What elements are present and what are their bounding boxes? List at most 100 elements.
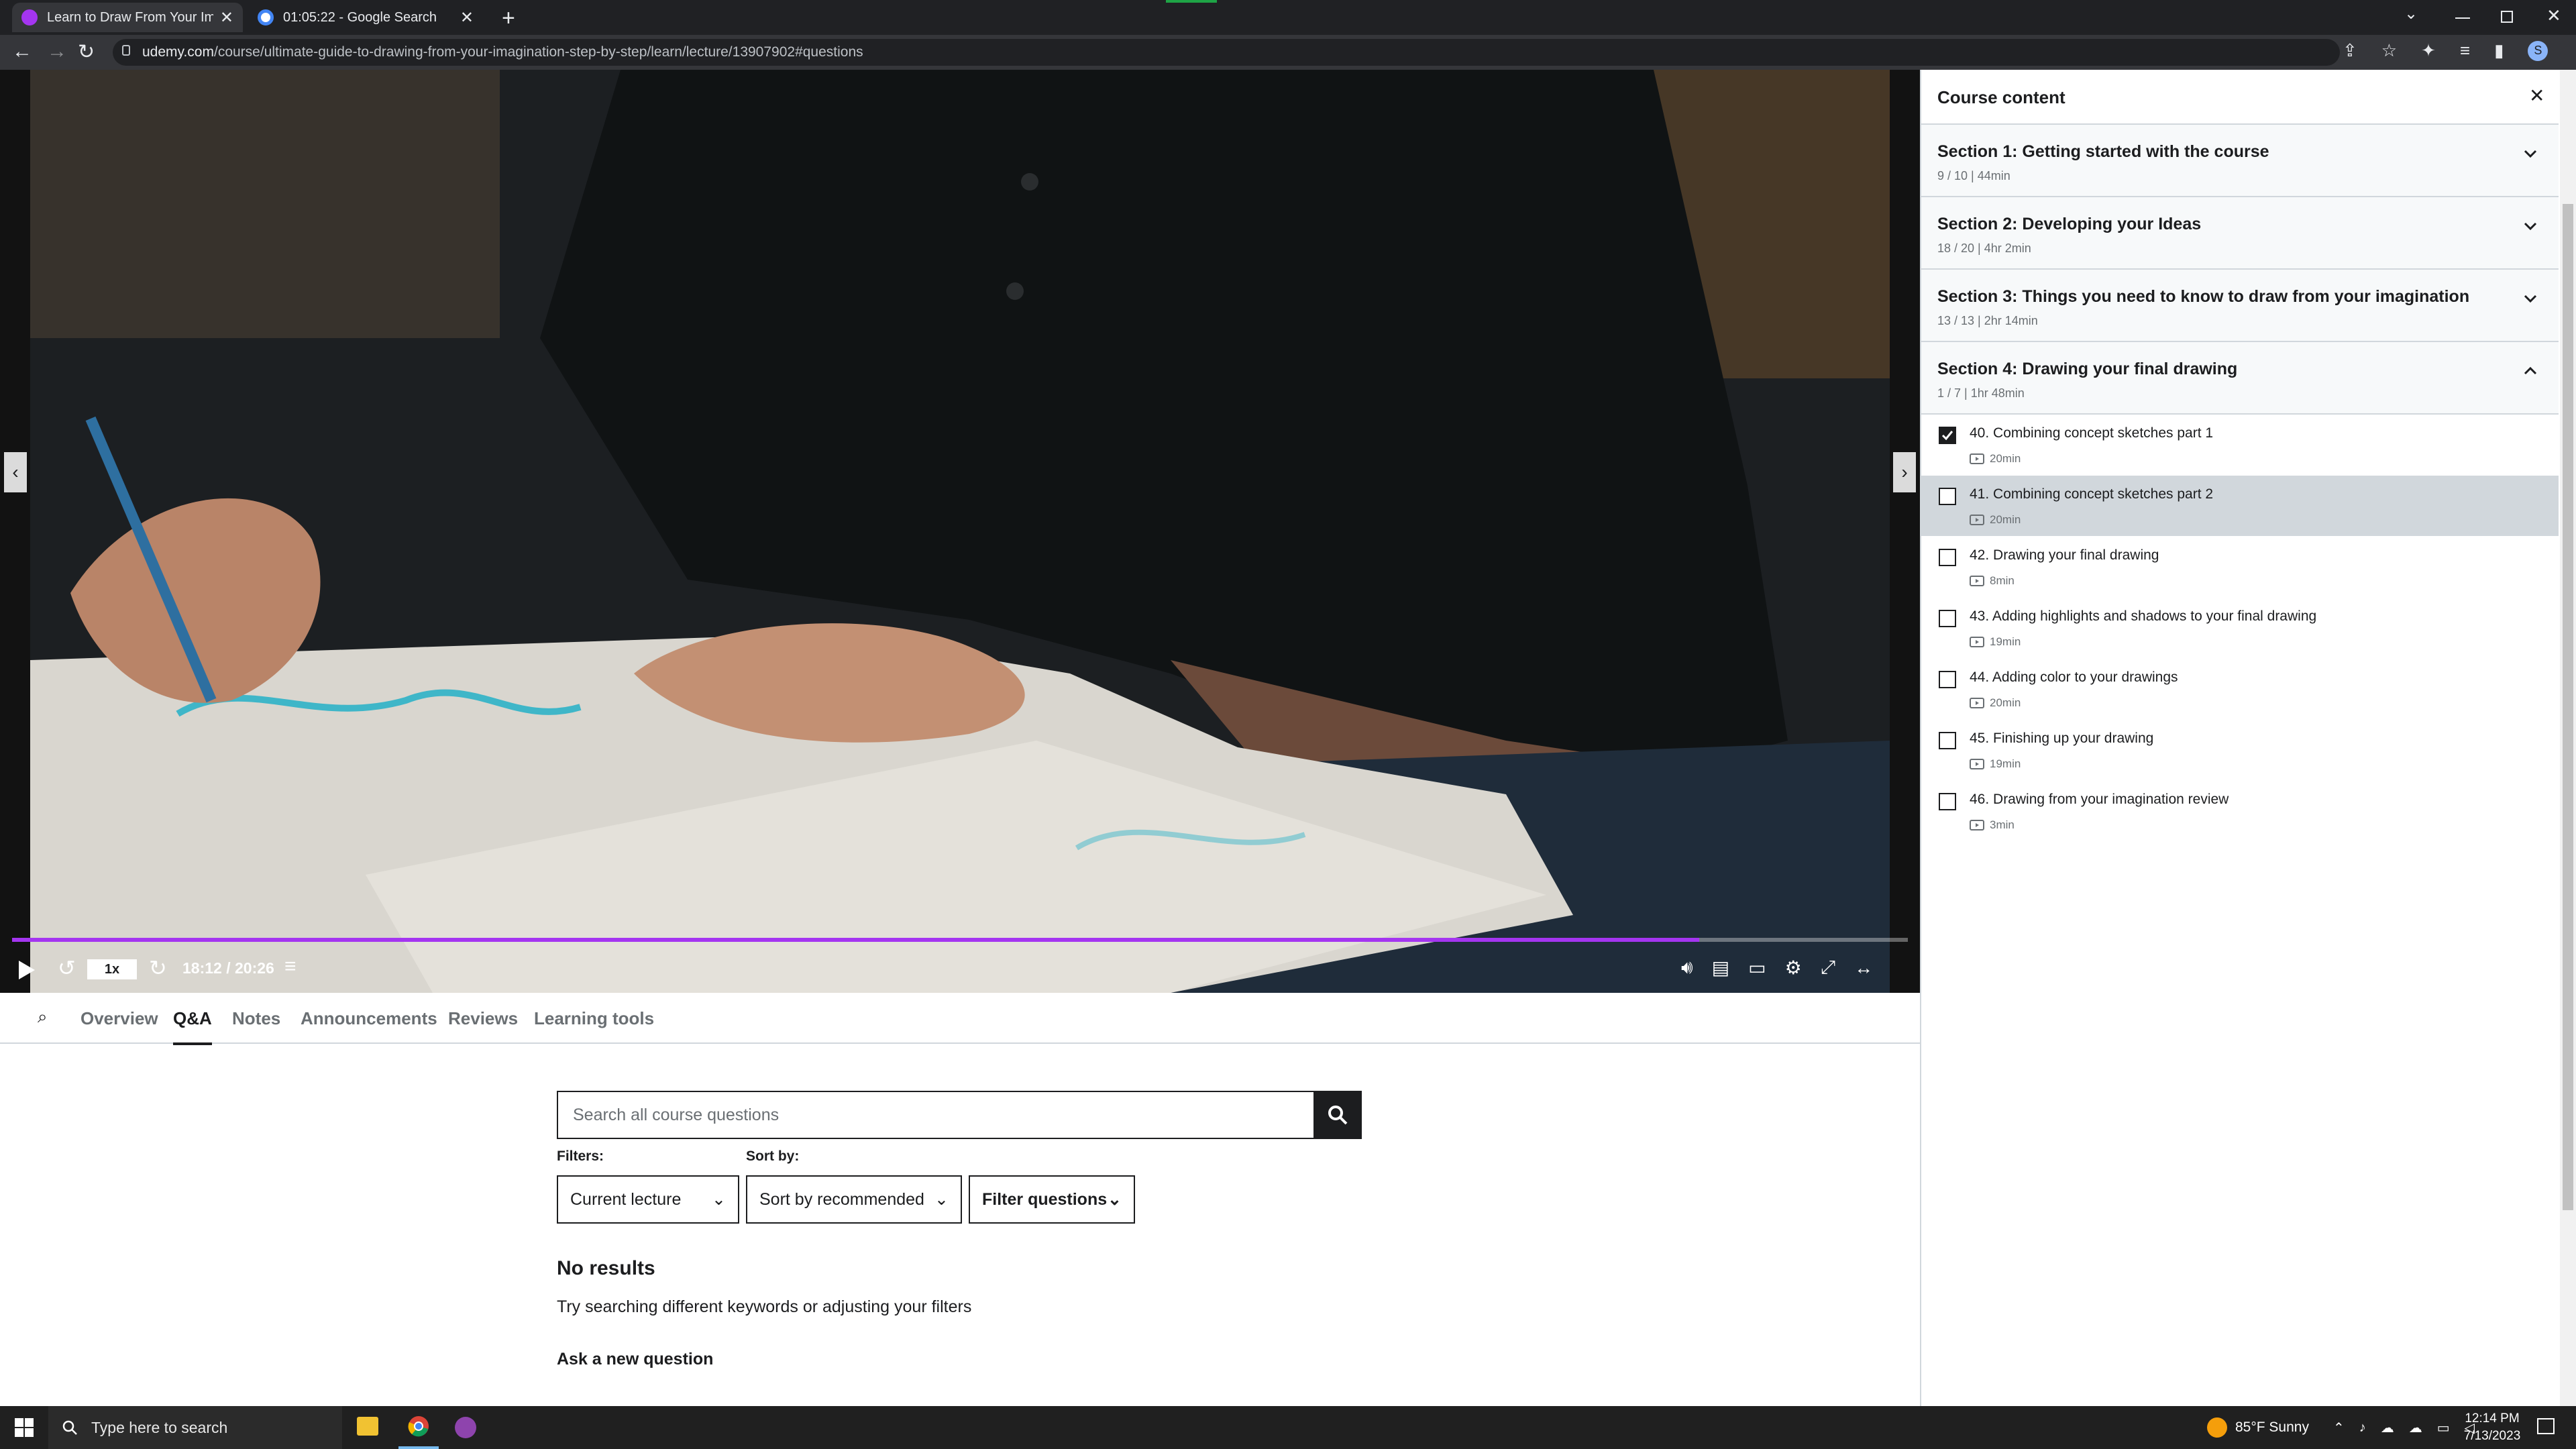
video-progress-bar[interactable]: [12, 938, 1908, 942]
tab-learning-tools[interactable]: Learning tools: [534, 993, 654, 1044]
section-2[interactable]: Section 2: Developing your Ideas 18 / 20…: [1921, 197, 2559, 270]
lecture-checkbox[interactable]: [1939, 610, 1956, 627]
course-tabs: ⌕ Overview Q&A Notes Announcements Revie…: [0, 993, 1920, 1045]
lecture-checkbox[interactable]: [1939, 793, 1956, 810]
section-4[interactable]: Section 4: Drawing your final drawing 1 …: [1921, 342, 2559, 415]
previous-lecture-icon[interactable]: ‹: [4, 452, 27, 492]
tab-search-icon[interactable]: ⌄: [2404, 4, 2418, 23]
side-panel-icon[interactable]: ▮: [2494, 40, 2504, 61]
playback-speed-button[interactable]: 1x: [87, 959, 137, 979]
lecture-checkbox[interactable]: [1939, 549, 1956, 566]
qa-search-placeholder: Search all course questions: [573, 1105, 780, 1124]
expand-icon[interactable]: ↔: [1854, 957, 1873, 979]
notifications-icon[interactable]: [2537, 1418, 2555, 1434]
lecture-item[interactable]: 44. Adding color to your drawings 20min: [1921, 659, 2559, 719]
close-window-icon[interactable]: ✕: [2546, 5, 2561, 26]
lecture-item[interactable]: 42. Drawing your final drawing 8min: [1921, 537, 2559, 597]
new-tab-icon[interactable]: +: [502, 5, 515, 32]
media-icon[interactable]: ≡: [2460, 40, 2470, 61]
forward-icon[interactable]: →: [47, 40, 67, 63]
tab-qa[interactable]: Q&A: [173, 993, 212, 1045]
fullscreen-icon[interactable]: ⤢: [1821, 957, 1835, 979]
back-icon[interactable]: ←: [12, 40, 32, 63]
captions-icon[interactable]: ▭: [1748, 957, 1766, 979]
tab-announcements[interactable]: Announcements: [301, 993, 437, 1044]
taskbar-search-box[interactable]: Type here to search: [48, 1406, 342, 1449]
sidebar-scrollbar[interactable]: [2560, 70, 2576, 1406]
onedrive-icon[interactable]: ☁: [2381, 1419, 2394, 1436]
section-1[interactable]: Section 1: Getting started with the cour…: [1921, 125, 2559, 197]
filters-label: Filters:: [557, 1148, 604, 1164]
volume-icon[interactable]: 🔊︎: [1681, 957, 1693, 979]
transcript-icon[interactable]: ▤: [1712, 957, 1729, 979]
play-icon[interactable]: [19, 961, 35, 979]
chrome-taskbar-button[interactable]: [398, 1406, 439, 1449]
tab-title: 01:05:22 - Google Search: [283, 9, 437, 25]
reload-icon[interactable]: ↻: [78, 40, 95, 64]
lecture-item[interactable]: 45. Finishing up your drawing 19min: [1921, 720, 2559, 780]
browser-toolbar-icons: ⇪ ☆ ✦ ≡ ▮ S ⋮: [2343, 40, 2576, 61]
section-meta: 9 / 10 | 44min: [1937, 169, 2010, 182]
filter-questions-button[interactable]: Filter questions ⌄: [969, 1175, 1135, 1224]
lecture-checkbox[interactable]: [1939, 671, 1956, 688]
scrollbar-thumb[interactable]: [2563, 204, 2573, 1210]
no-results-title: No results: [557, 1257, 655, 1279]
bookmark-star-icon[interactable]: ☆: [2381, 40, 2397, 61]
taskbar-clock[interactable]: 12:14 PM 7/13/2023: [2455, 1410, 2529, 1445]
network-icon[interactable]: ▭: [2437, 1419, 2450, 1436]
sortby-label: Sort by:: [746, 1148, 800, 1164]
chevron-down-icon: [2524, 294, 2537, 303]
lecture-item[interactable]: 43. Adding highlights and shadows to you…: [1921, 598, 2559, 658]
lecture-filter-select[interactable]: Current lecture ⌄: [557, 1175, 739, 1224]
qa-search-field[interactable]: Search all course questions: [557, 1091, 1315, 1139]
tab-notes[interactable]: Notes: [232, 993, 280, 1044]
menu-kebab-icon[interactable]: ⋮: [2572, 40, 2576, 61]
forward-5-icon[interactable]: ↻: [149, 955, 167, 981]
lecture-checkbox[interactable]: [1939, 732, 1956, 749]
ask-question-link[interactable]: Ask a new question: [557, 1350, 713, 1369]
lecture-duration: 20min: [1970, 696, 2021, 710]
section-3[interactable]: Section 3: Things you need to know to dr…: [1921, 270, 2559, 342]
cloud-icon[interactable]: ☁: [2409, 1419, 2422, 1436]
lecture-item[interactable]: 46. Drawing from your imagination review…: [1921, 781, 2559, 841]
lecture-duration: 8min: [1970, 574, 2015, 588]
close-tab-icon[interactable]: ✕: [460, 8, 474, 28]
search-icon[interactable]: ⌕: [38, 1006, 48, 1028]
settings-gear-icon[interactable]: ⚙: [1785, 957, 1802, 979]
tab-overview[interactable]: Overview: [80, 993, 158, 1044]
chevron-up-icon[interactable]: ⌃: [2333, 1419, 2345, 1436]
windows-start-icon[interactable]: [15, 1418, 34, 1437]
extensions-icon[interactable]: ✦: [2421, 40, 2436, 61]
minimize-icon[interactable]: [2455, 17, 2470, 19]
video-player[interactable]: ‹ ›: [0, 70, 1920, 993]
lecture-item[interactable]: 40. Combining concept sketches part 1 20m…: [1921, 415, 2559, 475]
app-icon[interactable]: [455, 1417, 476, 1438]
weather-widget[interactable]: 85°F Sunny: [2207, 1406, 2309, 1449]
speaker-icon[interactable]: ♪: [2359, 1420, 2366, 1436]
add-note-icon[interactable]: ≡: [284, 955, 297, 978]
file-explorer-icon[interactable]: [357, 1417, 378, 1436]
site-info-icon[interactable]: [122, 45, 130, 56]
next-lecture-icon[interactable]: ›: [1893, 452, 1916, 492]
chevron-up-icon: [2524, 366, 2537, 376]
sort-value: Sort by recommended: [759, 1189, 924, 1209]
url-bar[interactable]: udemy.com/course/ultimate-guide-to-drawi…: [113, 39, 2340, 66]
lecture-item[interactable]: 41. Combining concept sketches part 2 20m…: [1921, 476, 2559, 536]
browser-tab-google[interactable]: 01:05:22 - Google Search ✕: [248, 3, 483, 32]
restore-icon[interactable]: [2501, 11, 2513, 23]
close-tab-icon[interactable]: ✕: [220, 8, 233, 28]
section-meta: 1 / 7 | 1hr 48min: [1937, 386, 2025, 400]
rewind-5-icon[interactable]: ↺: [58, 955, 76, 981]
qa-search-button[interactable]: [1313, 1091, 1362, 1139]
tab-reviews[interactable]: Reviews: [448, 993, 518, 1044]
share-icon[interactable]: ⇪: [2343, 40, 2357, 61]
browser-tab-udemy[interactable]: Learn to Draw From Your Imagination ✕: [12, 3, 243, 32]
lecture-checkbox[interactable]: [1939, 427, 1956, 444]
sort-select[interactable]: Sort by recommended ⌄: [746, 1175, 962, 1224]
search-icon: [62, 1420, 77, 1435]
lecture-checkbox[interactable]: [1939, 488, 1956, 505]
close-sidebar-icon[interactable]: ✕: [2529, 85, 2544, 107]
no-results-text: Try searching different keywords or adju…: [557, 1297, 972, 1316]
lecture-title: 42. Drawing your final drawing: [1970, 547, 2159, 563]
profile-avatar[interactable]: S: [2528, 40, 2548, 61]
